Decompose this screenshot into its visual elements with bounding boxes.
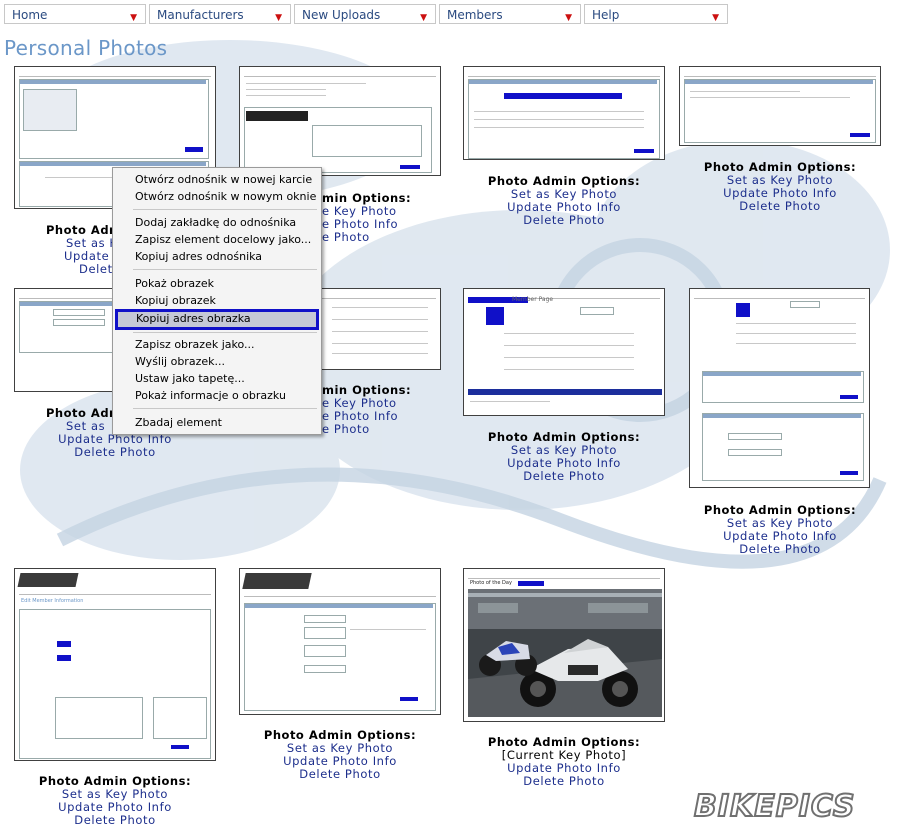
menu-separator bbox=[133, 332, 317, 333]
delete-photo-link[interactable]: Delete Photo bbox=[239, 768, 441, 781]
menu-save-link-as[interactable]: Zapisz element docelowy jako... bbox=[113, 231, 321, 248]
delete-photo-link[interactable]: Delete Photo bbox=[463, 775, 665, 788]
dropdown-arrow-icon: ▼ bbox=[275, 13, 282, 23]
delete-photo-link[interactable]: Delete Photo bbox=[14, 446, 216, 459]
photo-admin-options: Photo Admin Options: Set as Key Photo Up… bbox=[14, 775, 216, 827]
logo-text: BIKEPICS bbox=[694, 789, 855, 824]
menu-copy-link[interactable]: Kopiuj adres odnośnika bbox=[113, 248, 321, 265]
nav-new-uploads[interactable]: New Uploads ▼ bbox=[294, 4, 436, 24]
nav-help[interactable]: Help ▼ bbox=[584, 4, 728, 24]
delete-photo-link[interactable]: e Photo bbox=[322, 423, 442, 436]
menu-save-image-as[interactable]: Zapisz obrazek jako... bbox=[113, 336, 321, 353]
menu-open-new-window[interactable]: Otwórz odnośnik w nowym oknie bbox=[113, 188, 321, 205]
nav-members[interactable]: Members ▼ bbox=[439, 4, 581, 24]
menu-separator bbox=[133, 269, 317, 270]
nav-home[interactable]: Home ▼ bbox=[4, 4, 146, 24]
dropdown-arrow-icon: ▼ bbox=[565, 13, 572, 23]
menu-bookmark-link[interactable]: Dodaj zakładkę do odnośnika bbox=[113, 214, 321, 231]
photo-admin-options: Photo Admin Options: Set as Key Photo Up… bbox=[679, 504, 881, 556]
photo-admin-options: Photo Admin Options: Set as Key Photo Up… bbox=[239, 729, 441, 781]
menu-view-image[interactable]: Pokaż obrazek bbox=[113, 275, 321, 292]
photo-thumbnail[interactable] bbox=[689, 288, 870, 488]
member-page-label: Member Page bbox=[512, 296, 554, 303]
delete-photo-link[interactable]: e Photo bbox=[322, 231, 442, 244]
photo-admin-options: Photo Admin Options: Set as Key Photo Up… bbox=[679, 161, 881, 213]
menu-open-new-tab[interactable]: Otwórz odnośnik w nowej karcie bbox=[113, 171, 321, 188]
photo-thumbnail[interactable]: Edit Member Information bbox=[14, 568, 216, 761]
photo-admin-options: Photo Admin Options: Set as Key Photo Up… bbox=[463, 175, 665, 227]
delete-photo-link[interactable]: Delete Photo bbox=[679, 200, 881, 213]
menu-image-info[interactable]: Pokaż informacje o obrazku bbox=[113, 387, 321, 404]
menu-inspect[interactable]: Zbadaj element bbox=[113, 414, 321, 431]
page-title: Personal Photos bbox=[4, 36, 168, 60]
photo-admin-options: min Options: e Key Photo e Photo Info e … bbox=[322, 384, 442, 436]
menu-separator bbox=[133, 209, 317, 210]
photo-thumbnail[interactable] bbox=[463, 66, 665, 160]
menu-send-image[interactable]: Wyślij obrazek... bbox=[113, 353, 321, 370]
nav-manufacturers-label: Manufacturers bbox=[157, 8, 244, 22]
photo-thumbnail[interactable] bbox=[239, 568, 441, 715]
dropdown-arrow-icon: ▼ bbox=[712, 13, 719, 23]
dropdown-arrow-icon: ▼ bbox=[420, 13, 427, 23]
dropdown-arrow-icon: ▼ bbox=[130, 13, 137, 23]
menu-set-background[interactable]: Ustaw jako tapetę... bbox=[113, 370, 321, 387]
delete-photo-link[interactable]: Delete Photo bbox=[14, 814, 216, 827]
nav-home-label: Home bbox=[12, 8, 48, 22]
photo-admin-options: Photo Admin Options: Set as Key Photo Up… bbox=[463, 431, 665, 483]
menu-copy-image[interactable]: Kopiuj obrazek bbox=[113, 292, 321, 309]
menu-separator bbox=[133, 408, 317, 409]
photo-thumbnail[interactable]: Member Page bbox=[463, 288, 665, 416]
motorcycle-photo bbox=[468, 589, 662, 717]
bikepics-logo: BIKEPICS bbox=[693, 788, 855, 824]
photo-admin-options: Photo Admin Options: [Current Key Photo]… bbox=[463, 736, 665, 788]
photo-admin-options: min Options: e Key Photo e Photo Info e … bbox=[322, 192, 442, 244]
nav-manufacturers[interactable]: Manufacturers ▼ bbox=[149, 4, 291, 24]
photo-thumbnail[interactable]: Photo of the Day bbox=[463, 568, 665, 722]
menu-copy-image-address[interactable]: Kopiuj adres obrazka bbox=[115, 309, 319, 330]
photo-thumbnail[interactable] bbox=[239, 66, 441, 176]
nav-new-uploads-label: New Uploads bbox=[302, 8, 381, 22]
context-menu: Otwórz odnośnik w nowej karcie Otwórz od… bbox=[112, 167, 322, 435]
delete-photo-link[interactable]: Delete Photo bbox=[463, 214, 665, 227]
nav-help-label: Help bbox=[592, 8, 620, 22]
edit-member-label: Edit Member Information bbox=[21, 598, 84, 604]
delete-photo-link[interactable]: Delete Photo bbox=[463, 470, 665, 483]
photo-of-day-label: Photo of the Day bbox=[470, 580, 512, 586]
photo-thumbnail[interactable] bbox=[679, 66, 881, 146]
nav-members-label: Members bbox=[447, 8, 503, 22]
delete-photo-link[interactable]: Delete Photo bbox=[679, 543, 881, 556]
